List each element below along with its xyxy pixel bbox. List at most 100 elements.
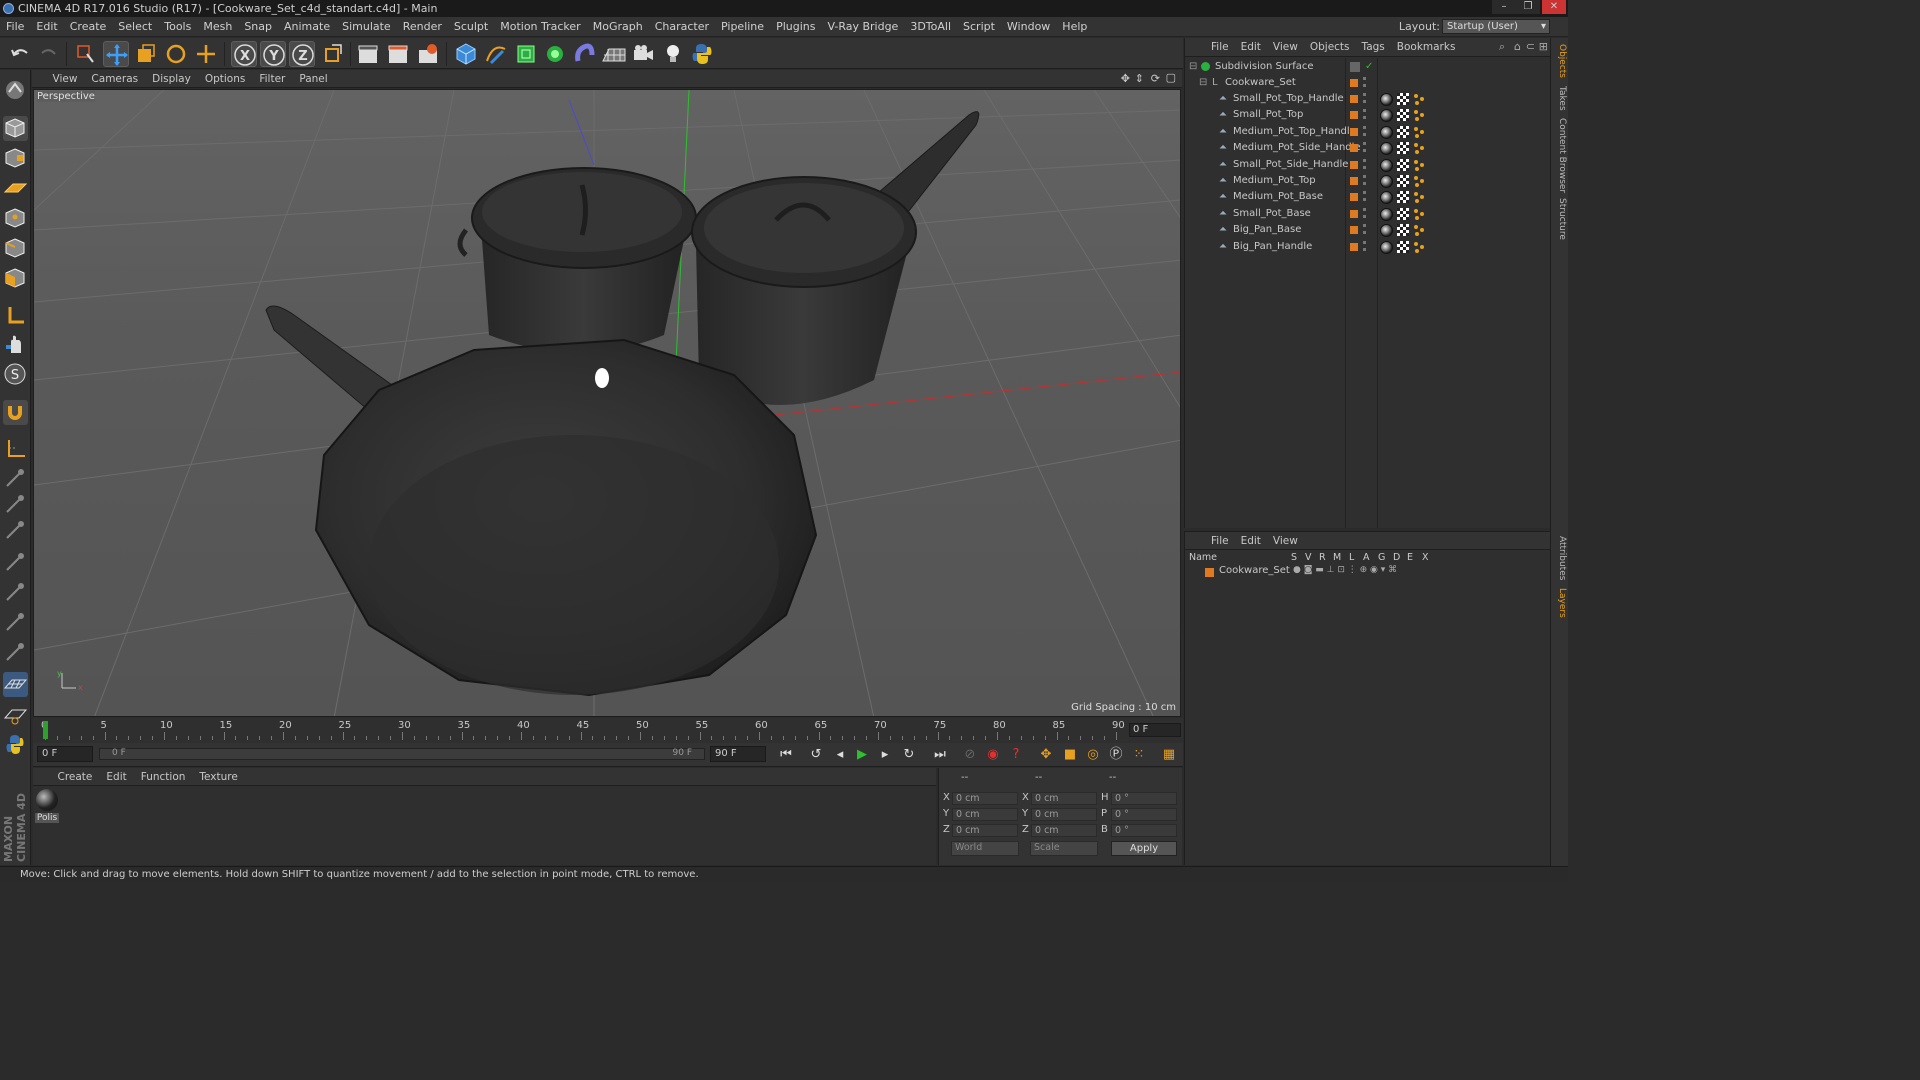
start-frame-field[interactable]: 0 F (37, 746, 93, 762)
size-z-field[interactable]: 0 cm (1031, 824, 1097, 837)
tweak-mode-button[interactable] (3, 332, 28, 357)
object-row[interactable]: ⏶ Medium_Pot_Base (1185, 189, 1551, 205)
autokey-icon[interactable]: ? (1006, 745, 1026, 765)
menu-sculpt[interactable]: Sculpt (448, 17, 494, 37)
menu-create[interactable]: Create (64, 17, 113, 37)
timeline-window-icon[interactable]: ▦ (1159, 745, 1179, 765)
layer-col-manager[interactable]: M (1333, 552, 1341, 563)
material-menu-edit[interactable]: Edit (99, 768, 133, 786)
layer-menu-view[interactable]: View (1267, 532, 1304, 550)
tab-layers[interactable]: Layers (1553, 588, 1567, 618)
layer-swatch[interactable] (1350, 111, 1358, 120)
object-row[interactable]: ⏶ Medium_Pot_Top_Handle (1185, 124, 1551, 140)
pos-x-field[interactable]: 0 cm (952, 792, 1018, 805)
tab-structure[interactable]: Structure (1553, 198, 1567, 240)
size-y-field[interactable]: 0 cm (1031, 808, 1097, 821)
object-row[interactable]: ⏶ Medium_Pot_Side_Handle (1185, 140, 1551, 156)
uvw-tag-icon[interactable] (1413, 224, 1425, 237)
scale-tool-button[interactable] (133, 41, 159, 67)
uvw-tag-icon[interactable] (1413, 126, 1425, 138)
texture-tag-icon[interactable] (1397, 207, 1409, 220)
lock-workplane-button[interactable] (3, 672, 28, 697)
layer-col-render[interactable]: R (1319, 552, 1326, 563)
layer-col-solo[interactable]: S (1291, 552, 1297, 563)
material-tag-icon[interactable] (1380, 125, 1393, 139)
rotate-tool-button[interactable] (163, 41, 189, 67)
add-deformer-button[interactable] (572, 41, 598, 67)
visibility-dots[interactable] (1363, 224, 1366, 235)
uvw-tag-icon[interactable] (1413, 142, 1425, 155)
menu-vray-bridge[interactable]: V-Ray Bridge (821, 17, 904, 37)
symmetry-button[interactable] (3, 437, 28, 462)
viewport-menu-options[interactable]: Options (198, 70, 253, 88)
3d-viewport[interactable]: y x Perspective Grid Spacing : 10 cm (33, 89, 1181, 717)
visibility-dots[interactable] (1363, 109, 1366, 120)
sculpt-tool-7[interactable] (3, 640, 28, 665)
texture-tag-icon[interactable] (1397, 240, 1409, 253)
layer-col-xrefs[interactable]: X (1422, 552, 1429, 563)
rot-b-field[interactable]: 0 ° (1111, 824, 1177, 837)
material-menu-create[interactable]: Create (51, 768, 100, 786)
uvw-tag-icon[interactable] (1413, 159, 1425, 171)
menu-help[interactable]: Help (1056, 17, 1093, 37)
scale-mode-select[interactable]: Scale (1030, 841, 1098, 856)
material-tag-icon[interactable] (1380, 175, 1393, 188)
current-frame-field[interactable]: 0 F (1129, 723, 1181, 737)
layer-swatch[interactable] (1350, 144, 1358, 153)
close-button[interactable]: ✕ (1542, 0, 1566, 14)
menu-tools[interactable]: Tools (158, 17, 197, 37)
layer-swatch[interactable] (1350, 209, 1358, 218)
end-frame-field[interactable]: 90 F (710, 746, 766, 762)
key-rotation-icon[interactable]: ◎ (1083, 745, 1103, 765)
layer-col-expressions[interactable]: E (1407, 552, 1413, 563)
layer-swatch[interactable] (1350, 193, 1358, 202)
menu-pipeline[interactable]: Pipeline (715, 17, 770, 37)
render-settings-button[interactable] (415, 41, 441, 67)
tab-takes[interactable]: Takes (1553, 86, 1567, 111)
rotate-view-icon[interactable]: ⟳ (1151, 72, 1160, 85)
key-point-level-icon[interactable]: ⁙ (1129, 745, 1149, 765)
edges-mode-button[interactable] (3, 236, 28, 261)
layer-col-name[interactable]: Name (1189, 552, 1217, 563)
tab-objects[interactable]: Objects (1553, 44, 1567, 78)
visibility-dots[interactable] (1363, 142, 1366, 153)
texture-tag-icon[interactable] (1397, 142, 1409, 155)
magnet-button[interactable] (3, 400, 28, 425)
object-row-subdivision[interactable]: ⊟ Subdivision Surface ✓ (1185, 59, 1551, 75)
coordinate-system-button[interactable] (320, 41, 346, 67)
x-axis-lock-button[interactable]: X (231, 41, 257, 67)
material-tag-icon[interactable] (1380, 224, 1393, 238)
viewport-menu-display[interactable]: Display (145, 70, 198, 88)
add-subdivision-button[interactable] (513, 41, 539, 67)
axis-mode-button[interactable] (3, 303, 28, 328)
minimize-button[interactable]: – (1492, 0, 1516, 14)
render-picture-viewer-button[interactable] (385, 41, 411, 67)
add-light-button[interactable] (660, 41, 686, 67)
next-frame-icon[interactable]: ▸ (875, 745, 895, 765)
texture-tag-icon[interactable] (1397, 109, 1409, 122)
python-button[interactable] (689, 41, 715, 67)
size-x-field[interactable]: 0 cm (1031, 792, 1097, 805)
python-console-button[interactable] (3, 732, 28, 757)
material-tag-icon[interactable] (1380, 109, 1393, 123)
material-tag-icon[interactable] (1380, 158, 1393, 172)
object-menu-view[interactable]: View (1267, 38, 1304, 57)
object-menu-objects[interactable]: Objects (1304, 38, 1356, 57)
menu-mesh[interactable]: Mesh (197, 17, 238, 37)
object-menu-edit[interactable]: Edit (1235, 38, 1267, 57)
layer-swatch[interactable] (1350, 160, 1358, 169)
visibility-dots[interactable] (1363, 125, 1366, 136)
workplane-grid-button[interactable] (3, 702, 28, 727)
add-floor-button[interactable] (601, 41, 627, 67)
layer-menu-edit[interactable]: Edit (1235, 532, 1267, 550)
visibility-dots[interactable] (1363, 158, 1366, 169)
layer-col-deformers[interactable]: D (1393, 552, 1400, 563)
menu-mograph[interactable]: MoGraph (587, 17, 649, 37)
object-menu-tags[interactable]: Tags (1356, 38, 1391, 57)
pos-y-field[interactable]: 0 cm (952, 808, 1018, 821)
model-mode-button[interactable] (3, 116, 28, 141)
material-swatch[interactable]: Polis (35, 789, 59, 823)
layer-row[interactable]: Cookware_Set ● ◙ ▬ ⊥ ⊡ ⋮ ⊕ ◉ ▾ ⌘ (1185, 565, 1551, 579)
layer-col-animation[interactable]: A (1363, 552, 1370, 563)
texture-tag-icon[interactable] (1397, 93, 1409, 105)
